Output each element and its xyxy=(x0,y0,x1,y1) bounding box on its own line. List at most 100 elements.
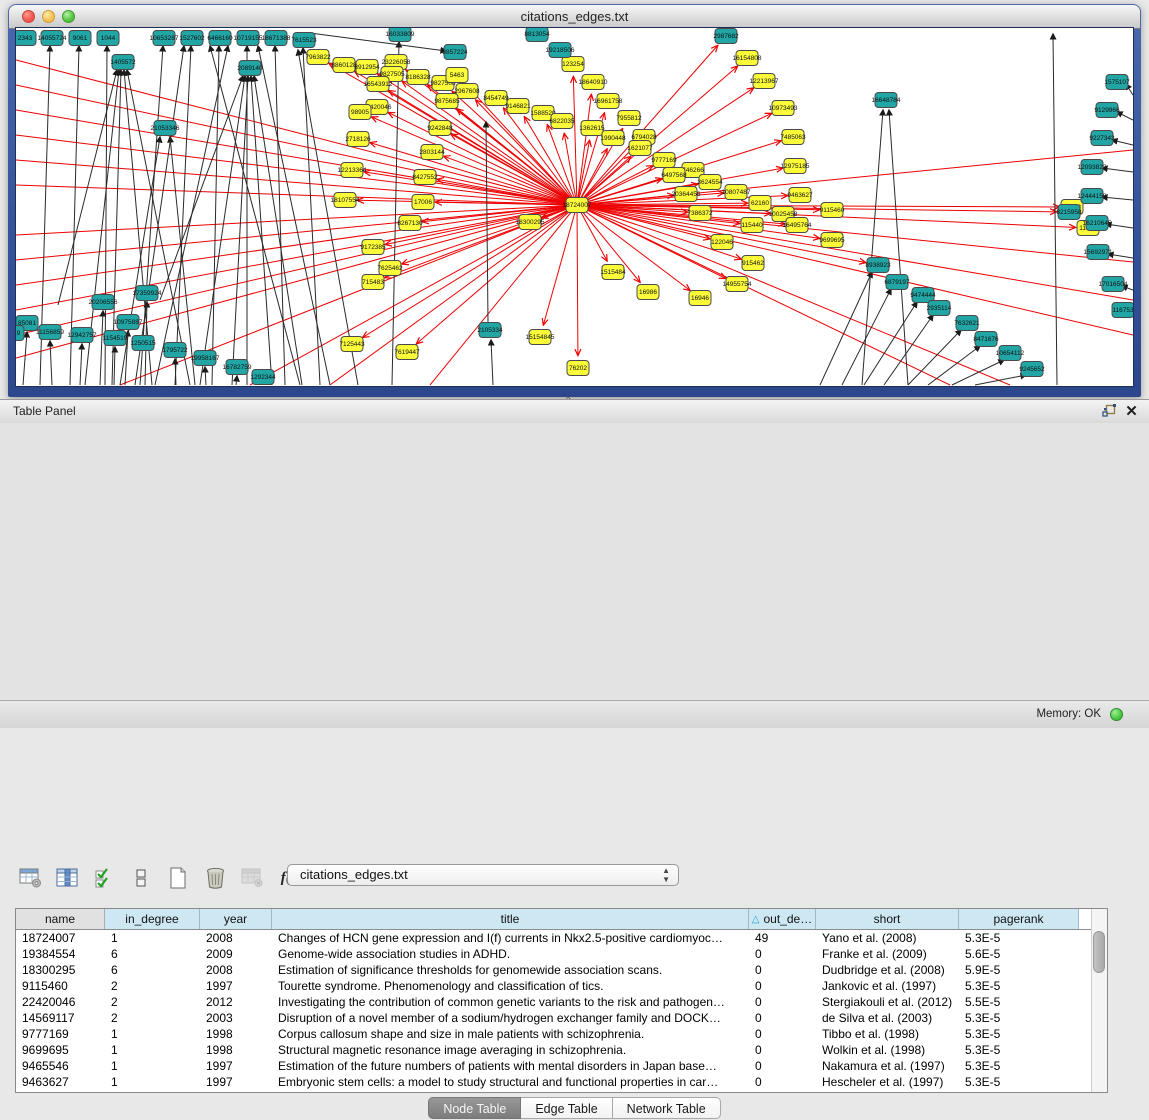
graph-node[interactable]: 12213364 xyxy=(338,163,367,178)
table-row[interactable]: 1938455462009Genome-wide association stu… xyxy=(16,946,1107,962)
graph-node[interactable]: 9172385 xyxy=(360,240,386,255)
graph-node[interactable]: 715483 xyxy=(362,275,384,290)
graph-node[interactable]: 2935114 xyxy=(927,301,952,316)
graph-node[interactable]: 3624554 xyxy=(697,175,723,190)
graph-node[interactable]: 9146821 xyxy=(505,99,531,114)
graph-node[interactable]: 16961758 xyxy=(594,94,623,109)
graph-node[interactable]: 2089140 xyxy=(237,61,263,76)
graph-node[interactable]: 6466160 xyxy=(207,31,233,46)
graph-node[interactable]: 9129966 xyxy=(1094,103,1120,118)
graph-node[interactable]: 20364456 xyxy=(672,187,701,202)
graph-node[interactable]: 18640910 xyxy=(579,75,608,90)
graph-node[interactable]: 12213967 xyxy=(750,74,779,89)
table-row[interactable]: 946362711997Embryonic stem cells: a mode… xyxy=(16,1074,1107,1090)
graph-node[interactable]: 7125443 xyxy=(339,337,365,352)
selection-mode-icon[interactable] xyxy=(92,866,116,890)
graph-node[interactable]: 8215958 xyxy=(1056,205,1082,220)
graph-node[interactable]: 17006 xyxy=(412,195,434,210)
graph-node[interactable]: 10653287 xyxy=(150,31,179,46)
graph-node[interactable]: 7625462 xyxy=(377,261,403,276)
column-header-title[interactable]: title xyxy=(272,909,749,929)
graph-node[interactable]: 915462 xyxy=(742,256,764,271)
graph-node[interactable]: 9463627 xyxy=(787,188,813,203)
graph-node[interactable]: 8857224 xyxy=(442,45,468,60)
graph-node[interactable]: 16210645 xyxy=(1083,216,1112,231)
graph-node[interactable]: 8860128 xyxy=(331,58,357,73)
graph-node[interactable]: 15154845 xyxy=(526,330,555,345)
graph-node[interactable]: 62160 xyxy=(749,196,771,211)
graph-node[interactable]: 8813054 xyxy=(524,28,550,42)
graph-node[interactable]: 9061 xyxy=(69,31,91,46)
tab-node-table[interactable]: Node Table xyxy=(428,1097,521,1119)
tab-network-table[interactable]: Network Table xyxy=(613,1097,721,1119)
graph-node[interactable]: 9227343 xyxy=(1089,131,1115,146)
graph-node[interactable]: 7485063 xyxy=(780,130,806,145)
table-row[interactable]: 2242004622012Investigating the contribut… xyxy=(16,994,1107,1010)
graph-node[interactable]: 19958167 xyxy=(191,351,220,366)
graph-node[interactable]: 12942757 xyxy=(68,328,97,343)
graph-node[interactable]: 12975185 xyxy=(781,159,810,174)
graph-node[interactable]: 10975887 xyxy=(114,315,143,330)
graph-node[interactable]: 20206556 xyxy=(89,295,118,310)
graph-node[interactable]: 2987682 xyxy=(713,29,739,44)
graph-node[interactable]: 16782759 xyxy=(223,360,252,375)
table-row[interactable]: 911546021997Tourette syndrome. Phenomeno… xyxy=(16,978,1107,994)
graph-node[interactable]: 1405572 xyxy=(110,55,136,70)
graph-node[interactable]: 6879197 xyxy=(884,275,910,290)
graph-node[interactable]: 2803144 xyxy=(419,145,445,160)
table-row[interactable]: 977716911998Corpus callosum shape and si… xyxy=(16,1026,1107,1042)
graph-node[interactable]: 1250515 xyxy=(130,336,156,351)
table-row[interactable]: 969969511998Structural magnetic resonanc… xyxy=(16,1042,1107,1058)
graph-node[interactable]: 98905 xyxy=(349,105,371,120)
graph-node[interactable]: 8267130 xyxy=(397,216,423,231)
graph-node[interactable]: 8427552 xyxy=(412,170,438,185)
graph-node[interactable]: 2105334 xyxy=(477,323,503,338)
graph-node[interactable]: 8912954 xyxy=(354,60,380,75)
graph-node[interactable]: 9245652 xyxy=(1019,362,1045,377)
graph-node[interactable]: 12444158 xyxy=(1078,189,1107,204)
graph-node[interactable]: 16543912 xyxy=(364,77,393,92)
graph-node[interactable]: 1154519 xyxy=(103,331,128,346)
row-height-icon[interactable] xyxy=(129,866,153,890)
graph-node[interactable]: 1795722 xyxy=(162,343,188,358)
graph-node[interactable]: 8471676 xyxy=(973,332,999,347)
graph-node[interactable]: 1621077 xyxy=(627,141,653,156)
graph-node[interactable]: 76202 xyxy=(567,361,589,376)
graph-node[interactable]: 11156859 xyxy=(36,325,64,340)
column-header-year[interactable]: year xyxy=(200,909,272,929)
graph-node[interactable]: 123254 xyxy=(562,57,584,72)
delete-column-icon[interactable] xyxy=(203,866,227,890)
float-panel-icon[interactable] xyxy=(1102,404,1117,419)
graph-node[interactable]: 14055724 xyxy=(38,31,67,46)
table-row[interactable]: 1872400712008Changes of HCN gene express… xyxy=(16,930,1107,946)
graph-node[interactable]: 12093822 xyxy=(1078,160,1107,175)
graph-node[interactable]: 8186328 xyxy=(405,70,431,85)
graph-node[interactable]: 16946 xyxy=(689,291,711,306)
graph-node[interactable]: 17359924 xyxy=(133,286,162,301)
graph-node[interactable]: 1527602 xyxy=(179,31,205,46)
graph-node[interactable]: 7963822 xyxy=(305,50,331,65)
graph-node[interactable]: 16495764 xyxy=(783,218,812,233)
graph-node[interactable]: 1362615 xyxy=(579,121,605,136)
graph-node[interactable]: 7632621 xyxy=(954,316,980,331)
graph-node[interactable]: 7619447 xyxy=(394,345,420,360)
graph-node[interactable]: 10973493 xyxy=(769,101,798,116)
graph-node[interactable]: 116753 xyxy=(1112,303,1133,318)
graph-node[interactable]: 5463 xyxy=(446,68,468,83)
graph-node[interactable]: 18671388 xyxy=(262,31,291,46)
graph-node[interactable]: 1044 xyxy=(97,31,119,46)
graph-node[interactable]: 16986 xyxy=(637,285,659,300)
column-header-pagerank[interactable]: pagerank xyxy=(959,909,1079,929)
graph-node[interactable]: 21053346 xyxy=(151,121,180,136)
graph-node[interactable]: 7386372 xyxy=(687,206,713,221)
table-selector-dropdown[interactable]: citations_edges.txt ▲▼ xyxy=(287,864,679,886)
column-header-short[interactable]: short xyxy=(816,909,959,929)
graph-node[interactable]: 10807487 xyxy=(722,185,751,200)
table-scrollbar[interactable] xyxy=(1091,909,1107,1092)
graph-node[interactable]: 1575107 xyxy=(1104,75,1130,90)
graph-node[interactable]: 3919 xyxy=(16,326,24,341)
graph-node[interactable]: 122046 xyxy=(711,235,733,250)
tab-edge-table[interactable]: Edge Table xyxy=(521,1097,612,1119)
graph-node[interactable]: 1990448 xyxy=(600,131,626,146)
network-canvas[interactable]: 1872400779638228860128891295423226058982… xyxy=(16,28,1133,386)
